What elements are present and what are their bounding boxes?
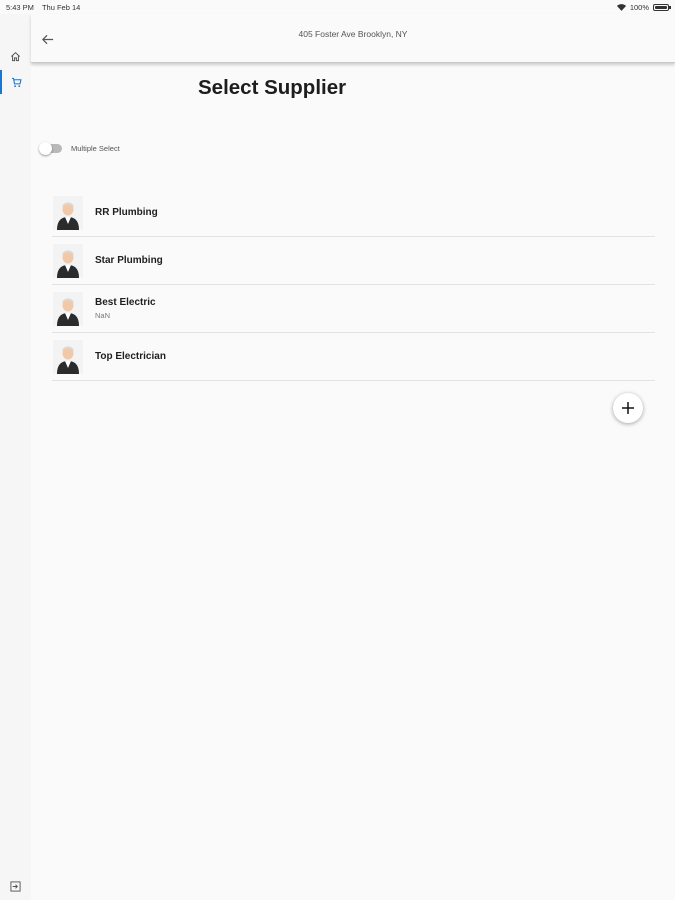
- person-avatar-icon: [53, 339, 83, 374]
- toggle-knob: [39, 141, 52, 155]
- list-item[interactable]: Star Plumbing: [52, 237, 655, 285]
- multiple-select-toggle[interactable]: [39, 141, 62, 155]
- status-date: Thu Feb 14: [41, 2, 81, 12]
- person-avatar-icon: [53, 195, 83, 230]
- add-supplier-button[interactable]: [613, 393, 643, 423]
- cart-icon: [11, 77, 22, 87]
- battery-percent: 100%: [629, 2, 649, 12]
- supplier-name: Best Electric: [95, 297, 156, 308]
- wifi-icon: [616, 3, 626, 11]
- app-header: 405 Foster Ave Brooklyn, NY: [31, 14, 675, 63]
- home-icon: [11, 51, 20, 61]
- battery-icon: [653, 3, 671, 11]
- supplier-name: RR Plumbing: [95, 207, 158, 218]
- plus-icon: [622, 402, 634, 414]
- list-item[interactable]: RR Plumbing: [52, 189, 655, 237]
- person-avatar-icon: [53, 291, 83, 326]
- supplier-subtitle: NaN: [95, 311, 111, 320]
- logout-button[interactable]: [9, 880, 22, 893]
- multiple-select-label: Multiple Select: [71, 144, 120, 153]
- status-bar: 5:43 PM Thu Feb 14 100%: [0, 0, 675, 14]
- list-item[interactable]: Best Electric NaN: [52, 285, 655, 333]
- list-item[interactable]: Top Electrician: [52, 333, 655, 381]
- supplier-name: Star Plumbing: [95, 255, 163, 266]
- header-address: 405 Foster Ave Brooklyn, NY: [298, 29, 408, 39]
- page-title: Select Supplier: [198, 76, 347, 99]
- person-avatar-icon: [53, 243, 83, 278]
- logout-icon: [10, 881, 21, 892]
- supplier-name: Top Electrician: [95, 351, 166, 362]
- supplier-list: RR Plumbing Star Plumbing Best Electric …: [52, 189, 655, 381]
- rail-item-cart[interactable]: [0, 70, 31, 94]
- multiple-select-row: Multiple Select: [39, 141, 120, 155]
- rail-item-home[interactable]: [0, 44, 31, 68]
- status-time: 5:43 PM: [6, 2, 34, 12]
- navigation-rail: [0, 14, 31, 900]
